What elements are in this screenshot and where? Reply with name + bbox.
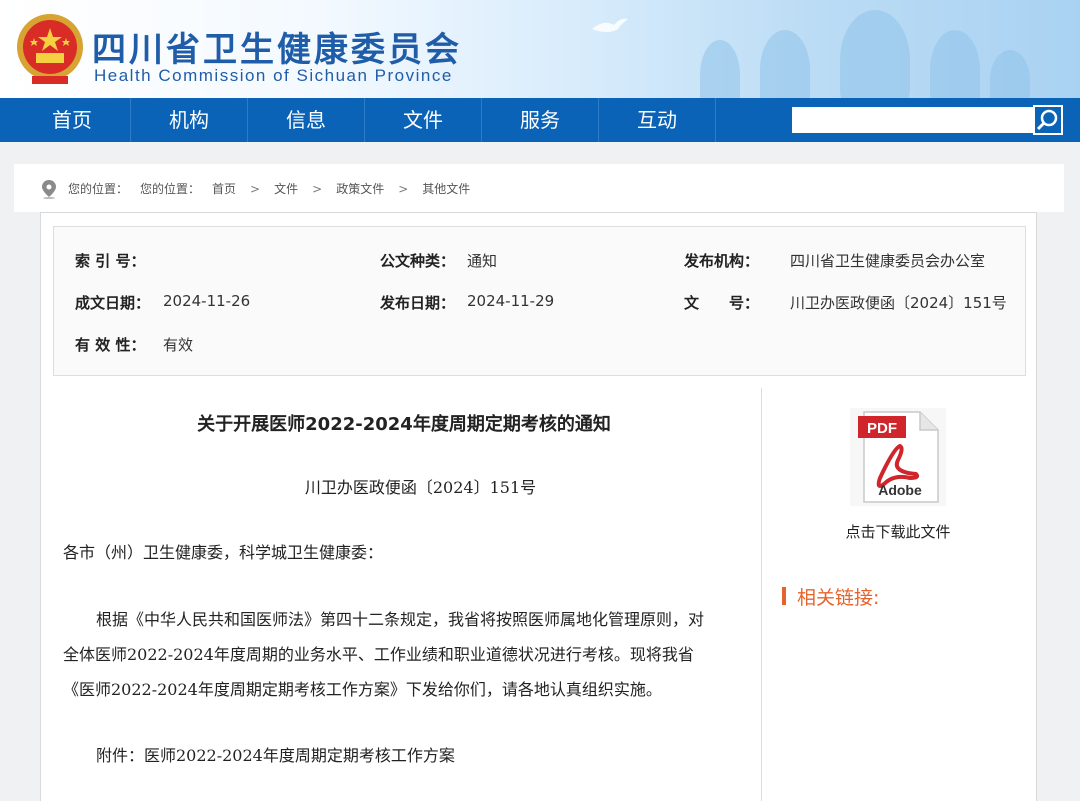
doc-number-label: 文 号： xyxy=(684,294,760,312)
national-emblem-icon xyxy=(17,14,83,84)
related-links-marker xyxy=(782,587,786,605)
body-line-3: 《医师2022-2024年度周期定期考核工作方案》下发给你们，请各地认真组织实施… xyxy=(63,680,662,699)
nav-item-files[interactable]: 文件 xyxy=(365,98,482,142)
body-line-2: 全体医师2022-2024年度周期的业务水平、工作业绩和职业道德状况进行考核。现… xyxy=(63,645,694,664)
salutation: 各市（州）卫生健康委，科学城卫生健康委： xyxy=(63,543,384,562)
adobe-brand-text: Adobe xyxy=(878,482,922,498)
type-value: 通知 xyxy=(467,252,498,270)
header-banner: 四川省卫生健康委员会 Health Commission of Sichuan … xyxy=(0,0,1080,98)
index-label: 索 引 号： xyxy=(75,252,146,270)
breadcrumb-item-policy[interactable]: 政策文件 xyxy=(336,180,384,197)
search-button[interactable] xyxy=(1033,105,1063,135)
doc-number-value: 川卫办医政便函〔2024〕151号 xyxy=(790,294,1007,312)
nav-item-interaction[interactable]: 互动 xyxy=(599,98,716,142)
pdf-file-icon[interactable]: PDF Adobe xyxy=(850,408,946,506)
site-title: 四川省卫生健康委员会 xyxy=(92,30,462,70)
validity-value: 有效 xyxy=(163,336,194,354)
related-links-title: 相关链接: xyxy=(797,587,880,609)
dove-icon xyxy=(592,18,628,32)
nav-item-home[interactable]: 首页 xyxy=(14,98,131,142)
search-icon xyxy=(1036,109,1058,131)
document-number: 川卫办医政便函〔2024〕151号 xyxy=(304,478,537,497)
document-title: 关于开展医师2022-2024年度周期定期考核的通知 xyxy=(197,414,611,435)
published-date-value: 2024-11-29 xyxy=(467,292,555,310)
created-date-value: 2024-11-26 xyxy=(163,292,251,310)
nav-item-services[interactable]: 服务 xyxy=(482,98,599,142)
breadcrumb: 您的位置： 您的位置： 首页 > 文件 > 政策文件 > 其他文件 xyxy=(68,180,470,197)
attachment-line: 附件：医师2022-2024年度周期定期考核工作方案 xyxy=(96,746,455,765)
body-line-1: 根据《中华人民共和国医师法》第四十二条规定，我省将按照医师属地化管理原则，对 xyxy=(96,610,705,629)
created-date-label: 成文日期： xyxy=(75,294,151,312)
breadcrumb-item-home[interactable]: 首页 xyxy=(212,180,236,197)
validity-label: 有 效 性： xyxy=(75,336,146,354)
nav-item-info[interactable]: 信息 xyxy=(248,98,365,142)
published-date-label: 发布日期： xyxy=(380,294,456,312)
breadcrumb-separator: > xyxy=(312,181,323,196)
breadcrumb-item-location: 您的位置： xyxy=(140,182,201,196)
breadcrumb-item-files[interactable]: 文件 xyxy=(274,180,298,197)
org-value: 四川省卫生健康委员会办公室 xyxy=(790,252,986,270)
pdf-badge-text: PDF xyxy=(867,420,897,437)
breadcrumb-separator: > xyxy=(398,181,409,196)
search-input[interactable] xyxy=(792,107,1034,133)
org-label: 发布机构： xyxy=(684,252,760,270)
nav-item-org[interactable]: 机构 xyxy=(131,98,248,142)
location-pin-icon xyxy=(42,180,56,199)
breadcrumb-prefix: 您的位置： xyxy=(68,182,129,196)
column-divider xyxy=(761,388,762,801)
site-subtitle: Health Commission of Sichuan Province xyxy=(94,66,453,85)
breadcrumb-separator: > xyxy=(250,181,261,196)
download-file-link[interactable]: 点击下载此文件 xyxy=(798,521,998,542)
breadcrumb-item-other[interactable]: 其他文件 xyxy=(422,180,470,197)
type-label: 公文种类： xyxy=(380,252,456,270)
